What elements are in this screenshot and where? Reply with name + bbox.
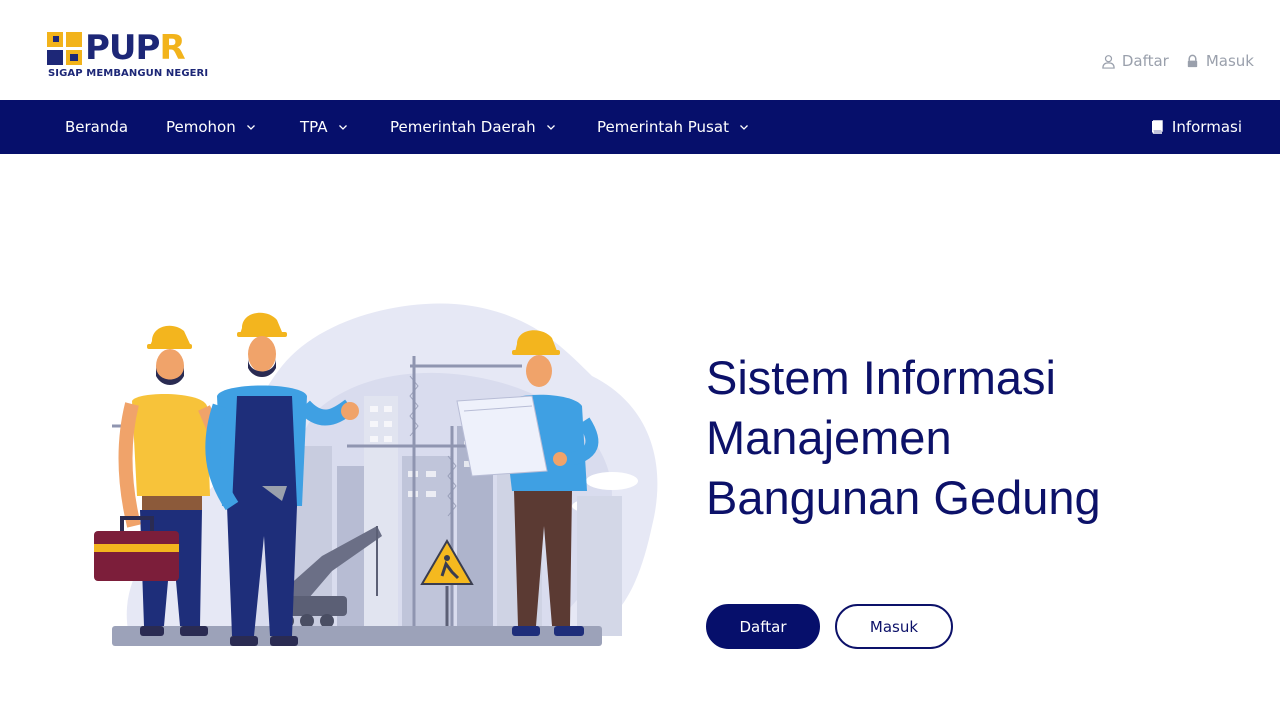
nav-item-informasi[interactable]: Informasi [1146, 100, 1242, 154]
hero-title-line: Bangunan Gedung [706, 471, 1101, 524]
nav-item-label: Informasi [1171, 118, 1242, 136]
header-login-label: Masuk [1205, 52, 1254, 70]
top-header: PUPR SIGAP MEMBANGUN NEGERI Daftar Masuk [0, 0, 1280, 100]
hero-title-line: Sistem Informasi [706, 351, 1056, 404]
nav-item-label: Beranda [65, 118, 129, 136]
header-register-label: Daftar [1121, 52, 1169, 70]
nav-item-label: TPA [300, 118, 328, 136]
register-button[interactable]: Daftar [706, 604, 820, 649]
main-navbar: Beranda Pemohon TPA Pemerintah Daerah Pe… [0, 100, 1280, 154]
nav-item-label: Pemohon [166, 118, 236, 136]
header-login-link[interactable]: Masuk [1185, 52, 1254, 70]
pupr-logo[interactable]: PUPR SIGAP MEMBANGUN NEGERI [47, 28, 217, 82]
nav-item-pemerintah-daerah[interactable]: Pemerintah Daerah [390, 100, 556, 154]
chevron-down-icon [338, 125, 347, 130]
logo-tagline: SIGAP MEMBANGUN NEGERI [48, 68, 209, 79]
login-button[interactable]: Masuk [835, 604, 953, 649]
lock-icon [1187, 54, 1198, 67]
nav-item-label: Pemerintah Daerah [390, 118, 536, 136]
nav-item-pemohon[interactable]: Pemohon [166, 100, 256, 154]
nav-item-label: Pemerintah Pusat [597, 118, 729, 136]
user-icon [1102, 54, 1115, 69]
nav-item-tpa[interactable]: TPA [300, 100, 348, 154]
chevron-down-icon [546, 125, 555, 130]
construction-workers-illustration [94, 303, 658, 646]
hero-title: Sistem Informasi Manajemen Bangunan Gedu… [706, 348, 1226, 528]
logo-wordmark: PUPR [85, 28, 186, 68]
book-icon [1151, 120, 1163, 134]
chevron-down-icon [246, 125, 255, 130]
nav-item-pemerintah-pusat[interactable]: Pemerintah Pusat [597, 100, 749, 154]
hero-title-line: Manajemen [706, 411, 952, 464]
chevron-down-icon [739, 125, 748, 130]
nav-item-beranda[interactable]: Beranda [65, 100, 128, 154]
pupr-logo-mark-icon [47, 32, 82, 65]
header-register-link[interactable]: Daftar [1101, 52, 1169, 70]
auth-links: Daftar Masuk [1101, 52, 1254, 70]
